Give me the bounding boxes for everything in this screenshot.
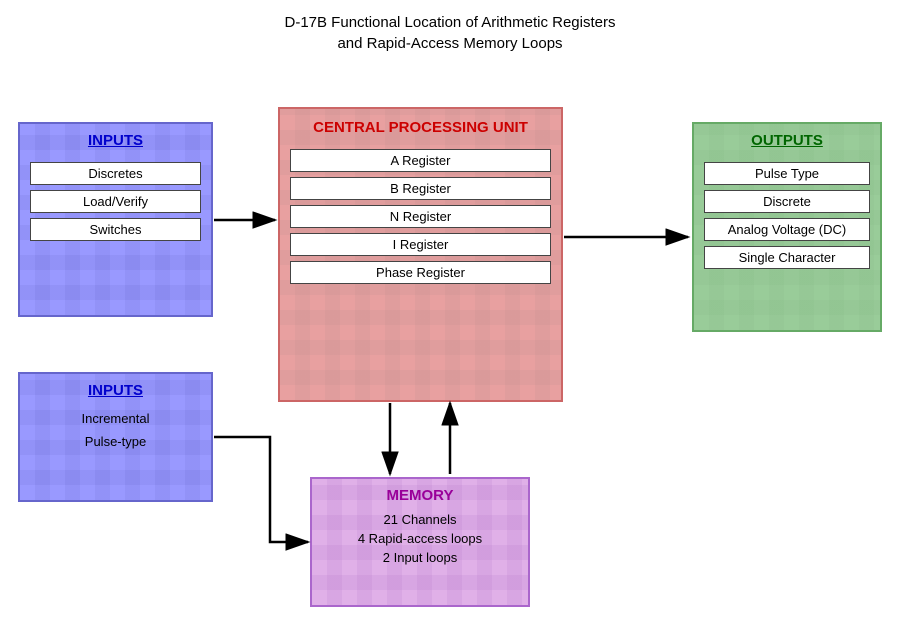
cpu-label: CENTRAL PROCESSING UNIT bbox=[280, 109, 561, 144]
outputs-item-1: Pulse Type bbox=[704, 162, 870, 185]
cpu-box: CENTRAL PROCESSING UNIT A Register B Reg… bbox=[278, 107, 563, 402]
outputs-box: OUTPUTS Pulse Type Discrete Analog Volta… bbox=[692, 122, 882, 332]
cpu-register-2: B Register bbox=[290, 177, 551, 200]
memory-box: MEMORY 21 Channels 4 Rapid-access loops … bbox=[310, 477, 530, 607]
inputs-bottom-box: INPUTS Incremental Pulse-type bbox=[18, 372, 213, 502]
inputs-bottom-item-1: Incremental bbox=[20, 407, 211, 430]
inputs-top-item-3: Switches bbox=[30, 218, 201, 241]
memory-label: MEMORY bbox=[312, 479, 528, 510]
outputs-item-3: Analog Voltage (DC) bbox=[704, 218, 870, 241]
inputs-bottom-label: INPUTS bbox=[20, 374, 211, 407]
inputs-top-box: INPUTS Discretes Load/Verify Switches bbox=[18, 122, 213, 317]
diagram-area: INPUTS Discretes Load/Verify Switches IN… bbox=[0, 62, 900, 622]
page-title: D-17B Functional Location of Arithmetic … bbox=[0, 0, 900, 62]
cpu-register-1: A Register bbox=[290, 149, 551, 172]
memory-item-3: 2 Input loops bbox=[312, 548, 528, 567]
cpu-register-5: Phase Register bbox=[290, 261, 551, 284]
cpu-register-3: N Register bbox=[290, 205, 551, 228]
arrow-inputs-bottom-to-memory bbox=[214, 437, 308, 542]
inputs-top-label: INPUTS bbox=[20, 124, 211, 157]
memory-item-2: 4 Rapid-access loops bbox=[312, 529, 528, 548]
inputs-top-item-1: Discretes bbox=[30, 162, 201, 185]
outputs-label: OUTPUTS bbox=[694, 124, 880, 157]
outputs-item-4: Single Character bbox=[704, 246, 870, 269]
inputs-bottom-item-2: Pulse-type bbox=[20, 430, 211, 453]
outputs-item-2: Discrete bbox=[704, 190, 870, 213]
inputs-top-item-2: Load/Verify bbox=[30, 190, 201, 213]
memory-item-1: 21 Channels bbox=[312, 510, 528, 529]
cpu-register-4: I Register bbox=[290, 233, 551, 256]
